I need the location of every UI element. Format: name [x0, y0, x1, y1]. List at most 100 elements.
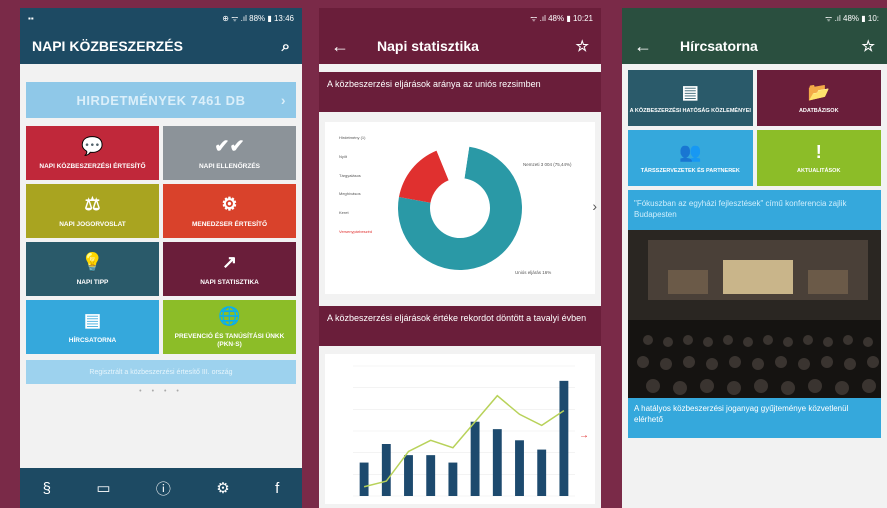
- chevron-right-icon[interactable]: ›: [592, 198, 597, 214]
- app-bar: ← Hírcsatorna ☆: [622, 28, 887, 64]
- tile-label: AKTUALITÁSOK: [797, 168, 841, 175]
- tile-label: TÁRSSZERVEZETEK ÉS PARTNEREK: [640, 168, 740, 175]
- conference-photo[interactable]: [628, 230, 881, 398]
- tile-label: NAPI TIPP: [76, 279, 109, 287]
- tile-icon: 💬: [81, 135, 104, 156]
- bar-chart: →: [325, 354, 595, 504]
- bar: [470, 421, 480, 496]
- tile-icon: 📂: [807, 81, 830, 102]
- legend-entry: Nyílt: [339, 153, 347, 159]
- bar-svg: [353, 365, 575, 497]
- tile-icon: 🌐: [218, 305, 241, 326]
- tile-label: A KÖZBESZERZÉSI HATÓSÁG KÖZLEMÉNYEI: [629, 108, 751, 115]
- stat-card-title-1: A közbeszerzési eljárások aránya az unió…: [319, 72, 601, 112]
- screen-title: Napi statisztika: [377, 38, 479, 54]
- news-category-tile[interactable]: ! AKTUALITÁSOK: [756, 130, 881, 186]
- tile-label: ADATBÁZISOK: [798, 108, 839, 115]
- tile-icon: ⚙: [221, 193, 238, 214]
- bar: [492, 429, 502, 496]
- back-arrow-icon[interactable]: ←: [634, 36, 652, 57]
- tile-label: NAPI ELLENŐRZÉS: [198, 163, 261, 171]
- status-right: ᯤ .ıl 48% ▮ 10:: [825, 13, 879, 23]
- tile-icon: ↗: [221, 251, 238, 272]
- status-right: ᯤ .ıl 48% ▮ 10:21: [530, 13, 593, 23]
- phone-screen-home: ▪▪ ⊕ ᯤ .ıl 88% ▮ 13:46 NAPI KÖZBESZERZÉS…: [20, 8, 302, 508]
- status-bar: ▪▪ ⊕ ᯤ .ıl 88% ▮ 13:46: [20, 8, 302, 28]
- donut-legend-bottom: Uniós eljárás 16%: [515, 270, 552, 275]
- menu-tile[interactable]: ↗ NAPI STATISZTIKA: [163, 242, 296, 296]
- bar: [448, 462, 458, 496]
- notices-banner[interactable]: HIRDETMÉNYEK 7461 DB ›: [26, 82, 296, 118]
- status-bar: ᯤ .ıl 48% ▮ 10:21: [319, 8, 601, 28]
- tile-label: HÍRCSATORNA: [68, 337, 117, 345]
- legend-entry: Hirdetmény (1): [339, 135, 366, 140]
- info-icon[interactable]: ⓘ: [156, 478, 171, 499]
- legend-entry: Versenypárbeszéd: [339, 228, 373, 234]
- menu-grid: 💬 NAPI KÖZBESZERZÉSI ÉRTESÍTŐ ✔✔ NAPI ELLEN…: [20, 126, 302, 354]
- menu-tile[interactable]: 🌐 PREVENCIÓ ÉS TANÚSÍTÁSI ÜNKK (PKN·S): [163, 300, 296, 354]
- phone-screen-news: ᯤ .ıl 48% ▮ 10: ← Hírcsatorna ☆ ▤ A KÖZBE…: [622, 8, 887, 508]
- star-icon[interactable]: ☆: [862, 37, 875, 55]
- legend-entry: Keret: [339, 210, 349, 216]
- tile-label: PREVENCIÓ ÉS TANÚSÍTÁSI ÜNKK (PKN·S): [174, 333, 285, 349]
- calendar-icon[interactable]: ▭: [96, 479, 110, 497]
- menu-tile[interactable]: ⚖ NAPI JOGORVOSLAT: [26, 184, 159, 238]
- facebook-icon[interactable]: f: [275, 480, 279, 497]
- tile-icon: ▤: [681, 81, 699, 102]
- app-bar: NAPI KÖZBESZERZÉS ⌕: [20, 28, 302, 64]
- donut-legend-right: Nemzeti 3 004 (75,44%): [523, 162, 572, 167]
- tile-label: NAPI KÖZBESZERZÉSI ÉRTESÍTŐ: [39, 163, 146, 171]
- news-caption[interactable]: A hatályos közbeszerzési joganyag gyűjte…: [628, 398, 881, 438]
- tile-label: MENEDZSER ÉRTESÍTŐ: [191, 221, 268, 229]
- menu-tile[interactable]: ⚙ MENEDZSER ÉRTESÍTŐ: [163, 184, 296, 238]
- news-headline[interactable]: "Fókuszban az egyházi fejlesztések" című…: [628, 190, 881, 230]
- menu-tile[interactable]: 💡 NAPI TIPP: [26, 242, 159, 296]
- bar: [404, 455, 413, 496]
- stat-card-title-2: A közbeszerzési eljárások értéke rekordo…: [319, 306, 601, 346]
- page-indicator: • • • •: [139, 388, 183, 395]
- chevron-right-icon: ›: [280, 92, 286, 108]
- arrow-right-icon: →: [579, 430, 589, 441]
- search-icon[interactable]: ⌕: [282, 38, 290, 55]
- tile-icon: ⚖: [84, 193, 101, 214]
- status-left: ▪▪: [28, 13, 34, 23]
- menu-tile[interactable]: ✔✔ NAPI ELLENŐRZÉS: [163, 126, 296, 180]
- bar: [537, 449, 547, 496]
- legend-entry: Tárgyalásos: [339, 172, 361, 178]
- legend-entry: Meghívásos: [339, 191, 361, 197]
- status-bar: ᯤ .ıl 48% ▮ 10:: [622, 8, 887, 28]
- bar: [559, 380, 569, 496]
- register-button[interactable]: Regisztrált a közbeszerzési értesítő III…: [26, 360, 296, 384]
- bar: [359, 462, 369, 496]
- bar: [426, 455, 436, 496]
- app-title: NAPI KÖZBESZERZÉS: [32, 38, 183, 54]
- menu-tile[interactable]: 💬 NAPI KÖZBESZERZÉSI ÉRTESÍTŐ: [26, 126, 159, 180]
- donut-legend-left: Hirdetmény (1) Nyílt Tárgyalásos Meghívásos…: [339, 135, 387, 249]
- tile-icon: 💡: [81, 251, 104, 272]
- settings-icon[interactable]: ⚙: [216, 479, 229, 497]
- conference-photo-svg: [628, 230, 881, 398]
- tile-label: NAPI STATISZTIKA: [200, 279, 259, 287]
- phone-screen-stats: ᯤ .ıl 48% ▮ 10:21 ← Napi statisztika ☆ A…: [319, 8, 601, 508]
- app-bar: ← Napi statisztika ☆: [319, 28, 601, 64]
- bottom-nav: § ▭ ⓘ ⚙ f: [20, 468, 302, 508]
- news-category-tile[interactable]: 👥 TÁRSSZERVEZETEK ÉS PARTNEREK: [628, 130, 753, 186]
- tile-icon: ✔✔: [214, 135, 245, 156]
- back-arrow-icon[interactable]: ←: [331, 36, 349, 57]
- donut-chart: Hirdetmény (1) Nyílt Tárgyalásos Meghívásos…: [325, 122, 597, 294]
- tile-icon: !: [815, 141, 822, 162]
- bar: [381, 444, 391, 496]
- menu-tile[interactable]: ▤ HÍRCSATORNA: [26, 300, 159, 354]
- star-icon[interactable]: ☆: [576, 37, 589, 55]
- status-right: ⊕ ᯤ .ıl 88% ▮ 13:46: [222, 13, 294, 23]
- news-category-tile[interactable]: 📂 ADATBÁZISOK: [756, 70, 881, 126]
- tile-icon: 👥: [679, 141, 702, 162]
- screen-title: Hírcsatorna: [680, 38, 758, 54]
- bar: [515, 440, 524, 496]
- news-category-tile[interactable]: ▤ A KÖZBESZERZÉSI HATÓSÁG KÖZLEMÉNYEI: [628, 70, 753, 126]
- notices-count: HIRDETMÉNYEK 7461 DB: [76, 92, 246, 108]
- tile-label: NAPI JOGORVOSLAT: [59, 221, 126, 229]
- news-category-grid: ▤ A KÖZBESZERZÉSI HATÓSÁG KÖZLEMÉNYEI 📂 ADA…: [622, 64, 887, 186]
- tile-icon: ▤: [83, 309, 101, 330]
- law-icon[interactable]: §: [43, 480, 51, 497]
